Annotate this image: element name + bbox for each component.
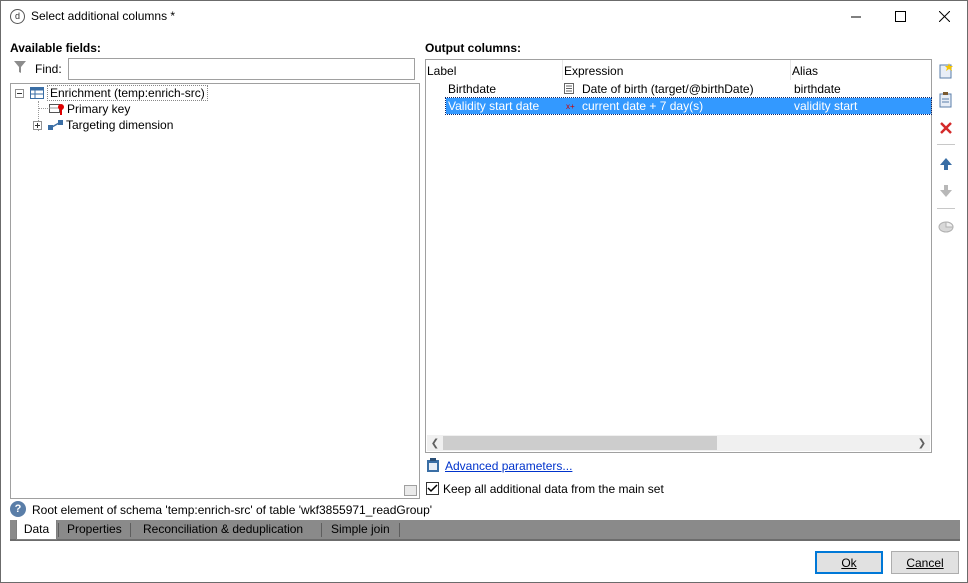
tab-properties[interactable]: Properties xyxy=(67,520,122,539)
keep-data-label: Keep all additional data from the main s… xyxy=(443,482,664,496)
collapse-icon[interactable] xyxy=(15,88,24,98)
distribution-icon xyxy=(938,221,954,233)
cell-label: Validity start date xyxy=(448,99,540,113)
maximize-button[interactable] xyxy=(877,1,923,32)
minimize-icon xyxy=(850,16,861,18)
tab-simple-join[interactable]: Simple join xyxy=(331,520,390,539)
cell-expression: current date + 7 day(s) xyxy=(582,99,704,113)
key-icon xyxy=(49,104,64,115)
window-title: Select additional columns * xyxy=(31,9,176,23)
app-logo-icon: d xyxy=(10,9,25,24)
dialog-window: d Select additional columns * Available … xyxy=(0,0,968,583)
maximize-icon xyxy=(894,11,906,22)
tree-node-enrichment[interactable]: Enrichment (temp:enrich-src) xyxy=(15,85,208,101)
scroll-left-icon[interactable]: ❮ xyxy=(427,435,443,451)
output-columns-heading: Output columns: xyxy=(425,41,521,55)
tree-node-label: Enrichment (temp:enrich-src) xyxy=(47,85,208,101)
expand-icon[interactable] xyxy=(33,120,42,130)
close-icon xyxy=(938,11,950,22)
status-text: Root element of schema 'temp:enrich-src'… xyxy=(32,503,433,517)
delete-icon xyxy=(940,122,952,134)
columns-toolbar xyxy=(935,59,957,239)
move-up-icon xyxy=(940,158,952,170)
cell-label: Birthdate xyxy=(448,82,497,96)
move-down-button[interactable] xyxy=(937,182,955,200)
clipboard-icon xyxy=(427,458,439,472)
column-header-label[interactable]: Label xyxy=(427,64,456,78)
edit-button[interactable] xyxy=(937,91,955,109)
help-icon: ? xyxy=(10,501,26,517)
scrollbar-thumb[interactable] xyxy=(443,436,717,450)
available-fields-heading: Available fields: xyxy=(10,41,101,55)
ok-button[interactable]: Ok xyxy=(815,551,883,574)
add-button[interactable] xyxy=(937,62,955,80)
cell-alias: birthdate xyxy=(794,82,841,96)
close-button[interactable] xyxy=(921,1,967,32)
tab-bar: Data Properties Reconciliation & dedupli… xyxy=(10,520,960,541)
link-icon xyxy=(48,120,63,130)
tree-node-targeting-dimension[interactable]: Targeting dimension xyxy=(33,117,173,133)
output-columns-list: Label Expression Alias Birthdate Date of… xyxy=(425,59,932,453)
svg-text:x+: x+ xyxy=(566,102,575,110)
tab-reconciliation[interactable]: Reconciliation & deduplication xyxy=(143,520,303,539)
horizontal-scrollbar[interactable]: ❮ ❯ xyxy=(427,435,930,451)
tree-node-label: Primary key xyxy=(67,102,131,116)
tab-data[interactable]: Data xyxy=(16,520,57,540)
distribution-button[interactable] xyxy=(937,217,955,235)
filter-icon xyxy=(14,61,26,73)
fields-tree: Enrichment (temp:enrich-src) Primary key… xyxy=(10,83,420,499)
minimize-button[interactable] xyxy=(833,1,879,32)
column-header-alias[interactable]: Alias xyxy=(792,64,818,78)
find-row: Find: xyxy=(11,58,415,80)
cell-expression: Date of birth (target/@birthDate) xyxy=(582,82,754,96)
checkmark-icon xyxy=(427,484,438,493)
cell-alias: validity start xyxy=(794,99,858,113)
delete-button[interactable] xyxy=(937,119,955,137)
tree-options-button[interactable] xyxy=(404,485,417,496)
table-row[interactable]: Birthdate Date of birth (target/@birthDa… xyxy=(446,81,931,97)
move-up-button[interactable] xyxy=(937,155,955,173)
cancel-button[interactable]: Cancel xyxy=(891,551,959,574)
move-down-icon xyxy=(940,185,952,197)
add-icon xyxy=(939,63,953,79)
tree-node-primary-key[interactable]: Primary key xyxy=(49,101,130,117)
find-input[interactable] xyxy=(68,58,415,80)
advanced-parameters-link[interactable]: Advanced parameters... xyxy=(445,459,572,473)
column-header-expression[interactable]: Expression xyxy=(564,64,623,78)
field-icon xyxy=(564,83,574,94)
tree-node-label: Targeting dimension xyxy=(66,118,174,132)
table-row[interactable]: Validity start date x+ current date + 7 … xyxy=(445,97,932,115)
expression-icon: x+ xyxy=(566,102,575,110)
edit-icon xyxy=(939,92,952,108)
scroll-right-icon[interactable]: ❯ xyxy=(914,435,930,451)
find-label: Find: xyxy=(35,62,62,76)
keep-data-checkbox[interactable] xyxy=(426,482,439,495)
title-bar: d Select additional columns * xyxy=(1,1,967,32)
table-icon xyxy=(30,87,44,99)
